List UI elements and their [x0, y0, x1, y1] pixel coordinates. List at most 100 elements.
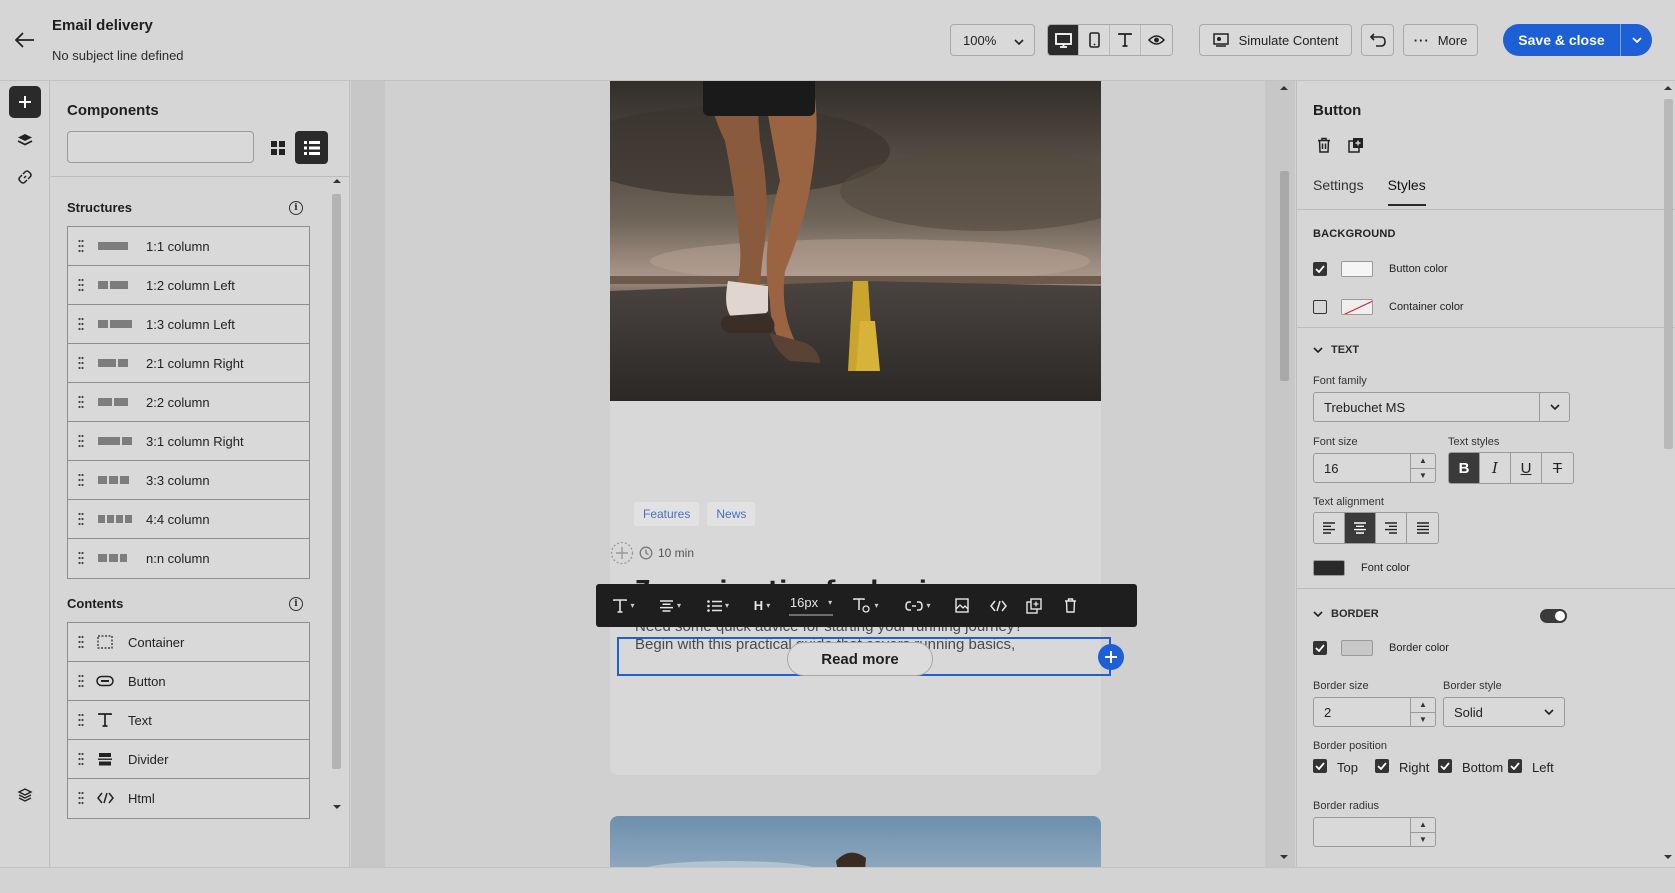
grid-view-icon[interactable] [263, 133, 293, 163]
align-right-button[interactable] [1376, 513, 1407, 543]
align-justify-button[interactable] [1407, 513, 1438, 543]
drag-handle-icon[interactable] [78, 512, 84, 526]
border-position-bottom-checkbox[interactable] [1438, 759, 1452, 773]
components-scrollbar[interactable] [330, 176, 342, 866]
border-section-toggle[interactable]: BORDER [1313, 608, 1379, 620]
save-close-button[interactable]: Save & close [1503, 24, 1620, 56]
heading-dropdown[interactable]: H ▾ [742, 584, 782, 627]
structure-item[interactable]: 3:3 column [68, 461, 309, 500]
drag-handle-icon[interactable] [78, 791, 84, 805]
drag-handle-icon[interactable] [78, 278, 84, 292]
align-left-button[interactable] [1314, 513, 1345, 543]
content-item[interactable]: Button [68, 662, 309, 701]
tab-styles[interactable]: Styles [1387, 177, 1426, 206]
structure-item[interactable]: 1:2 column Left [68, 266, 309, 305]
structure-item[interactable]: 1:1 column [68, 227, 309, 266]
desktop-view-button[interactable] [1048, 25, 1079, 55]
drag-handle-icon[interactable] [78, 317, 84, 331]
content-item[interactable]: Container [68, 623, 309, 662]
text-section-toggle[interactable]: TEXT [1313, 344, 1359, 356]
tag-features[interactable]: Features [634, 502, 700, 526]
search-input[interactable] [84, 139, 260, 155]
runner-image[interactable] [610, 81, 1101, 401]
align-dropdown[interactable]: ▾ [646, 584, 694, 627]
border-toggle[interactable] [1540, 609, 1567, 623]
font-size-stepper[interactable]: 16 ▲ ▼ [1313, 453, 1436, 483]
structure-item[interactable]: 3:1 column Right [68, 422, 309, 461]
layers-icon[interactable] [9, 124, 41, 156]
content-item[interactable]: Divider [68, 740, 309, 779]
mobile-view-button[interactable] [1079, 25, 1110, 55]
asset-icon[interactable] [9, 778, 41, 810]
duplicate-icon[interactable] [1344, 133, 1368, 157]
increment-icon[interactable]: ▲ [1411, 454, 1435, 469]
code-button[interactable] [980, 584, 1016, 627]
text-format-dropdown[interactable]: ▾ [602, 584, 646, 627]
save-options-button[interactable] [1620, 24, 1652, 56]
strikethrough-button[interactable]: T [1542, 453, 1573, 483]
border-color-swatch[interactable] [1341, 640, 1373, 656]
align-center-button[interactable] [1345, 513, 1376, 543]
properties-scrollbar[interactable] [1661, 81, 1675, 867]
add-component-icon[interactable] [1098, 644, 1124, 670]
increment-icon[interactable]: ▲ [1411, 818, 1435, 833]
drag-handle-icon[interactable] [78, 713, 84, 727]
font-color-swatch[interactable] [1313, 560, 1345, 576]
decrement-icon[interactable]: ▼ [1411, 713, 1435, 727]
italic-button[interactable]: I [1480, 453, 1511, 483]
info-icon[interactable]: i [289, 597, 303, 611]
border-position-right-checkbox[interactable] [1375, 759, 1389, 773]
link-dropdown[interactable]: ▾ [892, 584, 944, 627]
list-dropdown[interactable]: ▾ [694, 584, 742, 627]
structure-item[interactable]: 2:1 column Right [68, 344, 309, 383]
duplicate-button[interactable] [1016, 584, 1052, 627]
read-more-button[interactable]: Read more [787, 642, 933, 676]
drag-handle-icon[interactable] [78, 674, 84, 688]
preview-button[interactable] [1141, 25, 1172, 55]
text-view-button[interactable] [1110, 25, 1141, 55]
content-item[interactable]: Text [68, 701, 309, 740]
container-color-checkbox[interactable] [1313, 300, 1327, 314]
tab-settings[interactable]: Settings [1313, 177, 1364, 206]
drag-handle-icon[interactable] [78, 239, 84, 253]
bold-button[interactable]: B [1449, 453, 1480, 483]
drag-handle-icon[interactable] [78, 752, 84, 766]
back-arrow-icon[interactable] [14, 30, 36, 50]
border-position-left-checkbox[interactable] [1508, 759, 1522, 773]
drag-handle-icon[interactable] [78, 434, 84, 448]
delete-button[interactable] [1052, 584, 1088, 627]
button-color-checkbox[interactable] [1313, 262, 1327, 276]
drag-handle-icon[interactable] [78, 356, 84, 370]
drag-handle-icon[interactable] [78, 395, 84, 409]
drag-handle-icon[interactable] [78, 635, 84, 649]
structure-item[interactable]: 4:4 column [68, 500, 309, 539]
underline-button[interactable]: U [1511, 453, 1542, 483]
border-radius-stepper[interactable]: ▲ ▼ [1313, 817, 1436, 847]
image-button[interactable] [944, 584, 980, 627]
drag-handle-icon[interactable] [78, 551, 84, 565]
link-icon[interactable] [9, 161, 41, 193]
structure-item[interactable]: 1:3 column Left [68, 305, 309, 344]
structure-item[interactable]: n:n column [68, 539, 309, 578]
font-family-select[interactable]: Trebuchet MS [1313, 392, 1570, 422]
undo-button[interactable] [1361, 24, 1394, 56]
list-view-icon[interactable] [295, 131, 328, 164]
components-search[interactable] [67, 131, 260, 163]
zoom-select[interactable]: 100% [950, 24, 1035, 56]
yoga-image[interactable] [610, 816, 1101, 867]
text-color-dropdown[interactable]: ▾ [840, 584, 892, 627]
increment-icon[interactable]: ▲ [1411, 698, 1435, 713]
trash-icon[interactable] [1312, 133, 1336, 157]
article-card-2[interactable] [610, 816, 1101, 867]
drag-handle-icon[interactable] [78, 473, 84, 487]
border-color-checkbox[interactable] [1313, 641, 1327, 655]
decrement-icon[interactable]: ▼ [1411, 469, 1435, 483]
add-icon[interactable] [9, 86, 41, 118]
border-size-stepper[interactable]: 2 ▲ ▼ [1313, 697, 1436, 727]
simulate-content-button[interactable]: Simulate Content [1199, 24, 1352, 56]
more-button[interactable]: ··· More [1403, 24, 1478, 56]
container-color-swatch[interactable] [1341, 299, 1373, 315]
structure-item[interactable]: 2:2 column [68, 383, 309, 422]
tag-news[interactable]: News [707, 502, 756, 526]
font-size-dropdown[interactable]: 16px ▾ [782, 584, 840, 627]
